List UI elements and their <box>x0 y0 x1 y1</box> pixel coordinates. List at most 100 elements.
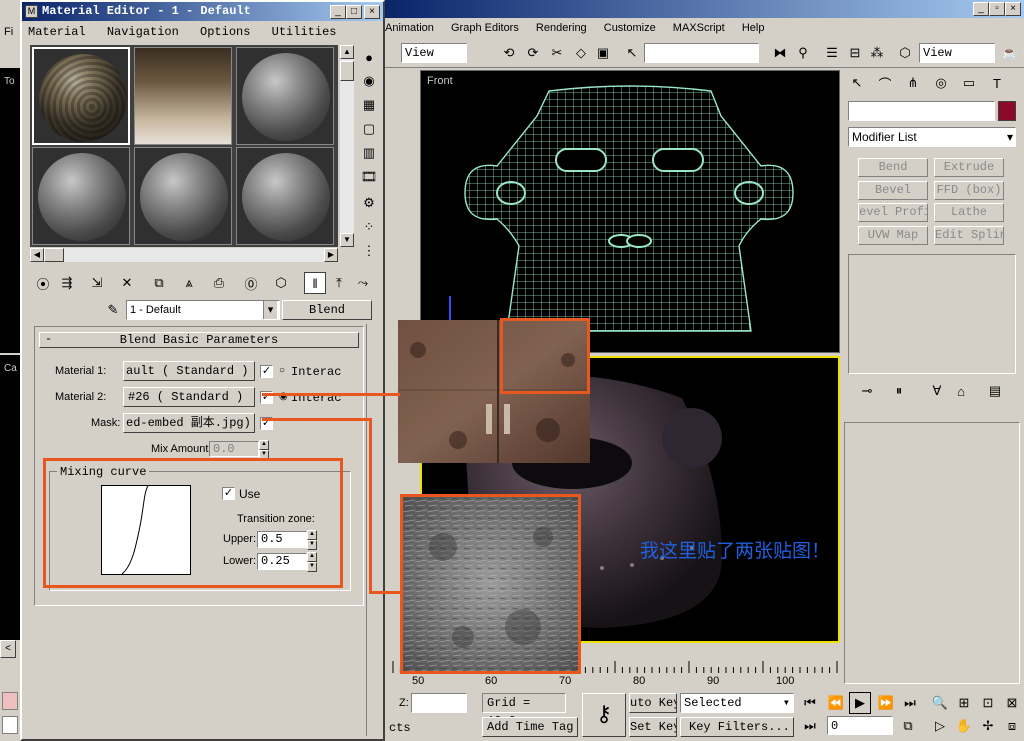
material-map-navigator-icon[interactable]: ⋮ <box>358 240 380 262</box>
make-material-copy-icon[interactable]: ⧉ <box>148 272 170 294</box>
menu-graph-editors[interactable]: Graph Editors <box>451 22 519 34</box>
sample-slot-3[interactable] <box>236 47 334 145</box>
collapse-icon[interactable]: - <box>45 332 52 346</box>
bend-button[interactable]: Bend <box>858 158 928 177</box>
play-icon[interactable]: ▶ <box>849 692 871 714</box>
show-end-result-icon[interactable]: ‖ <box>304 272 326 294</box>
me-menu-utilities[interactable]: Utilities <box>272 25 337 39</box>
reset-map-icon[interactable]: ✕ <box>116 272 138 294</box>
link-icon[interactable]: ⟲ <box>498 42 520 64</box>
object-color-swatch[interactable] <box>998 101 1016 121</box>
configure-sets-icon[interactable]: ▤ <box>984 380 1006 402</box>
me-menu-options[interactable]: Options <box>200 25 250 39</box>
pick-material-eyedropper-icon[interactable]: ✎ <box>102 299 124 321</box>
max-close-button[interactable]: × <box>1005 2 1021 16</box>
select-by-material-icon[interactable]: ⁘ <box>358 216 380 238</box>
top-viewport-partial[interactable]: To <box>0 68 20 353</box>
video-color-check-icon[interactable]: ▥ <box>358 142 380 164</box>
named-selection-dropdown[interactable] <box>644 43 759 63</box>
rollout-title[interactable]: Blend Basic Parameters <box>39 332 359 348</box>
object-name-input[interactable] <box>848 101 995 121</box>
go-forward-sibling-icon[interactable]: ⤳ <box>352 272 374 294</box>
unlink-icon[interactable]: ⟳ <box>522 42 544 64</box>
bevel-profile-button[interactable]: evel Profi <box>858 203 928 222</box>
add-time-tag-button[interactable]: Add Time Tag <box>482 717 578 737</box>
camera-viewport-partial[interactable]: Ca <box>0 355 20 640</box>
me-menu-navigation[interactable]: Navigation <box>107 25 179 39</box>
radio-icon[interactable]: ○ <box>279 365 285 376</box>
track-view-icon[interactable]: ☰ <box>821 42 843 64</box>
show-end-result-icon[interactable]: ⏸ <box>888 380 910 402</box>
mix-amount-field[interactable]: 0.0 <box>209 441 259 457</box>
pan-icon[interactable]: ✋ <box>953 715 975 737</box>
max-restore-button[interactable]: ▫ <box>989 2 1005 16</box>
slots-vertical-scrollbar[interactable]: ▲ ▼ <box>340 45 354 247</box>
menu-maxscript[interactable]: MAXScript <box>673 22 725 34</box>
sample-slot-5[interactable] <box>134 147 232 245</box>
modify-tab-icon[interactable]: ⌒ <box>874 72 896 94</box>
sample-slot-2[interactable] <box>134 47 232 145</box>
material-editor-icon[interactable]: ⁂ <box>866 42 888 64</box>
remove-modifier-icon[interactable]: ⌂ <box>950 380 972 402</box>
material-type-button[interactable]: Blend <box>282 300 372 320</box>
menu-help[interactable]: Help <box>742 22 765 34</box>
goto-end-icon[interactable]: ⏭ <box>899 692 921 714</box>
bind-spacewarp-icon[interactable]: ✂ <box>546 42 568 64</box>
time-config-icon[interactable]: ⧉ <box>897 715 919 737</box>
render-type-dropdown[interactable]: View <box>919 43 995 63</box>
material-id-channel-icon[interactable]: ⓪ <box>240 272 262 294</box>
zoom-icon[interactable]: 🔍 <box>929 692 951 714</box>
options-icon[interactable]: ⚙ <box>358 192 380 214</box>
ffd-box-button[interactable]: FFD (box) <box>934 181 1004 200</box>
bevel-button[interactable]: Bevel <box>858 181 928 200</box>
zoom-extents-icon[interactable]: ⊡ <box>977 692 999 714</box>
me-close-button[interactable]: × <box>364 5 380 19</box>
prev-frame-icon[interactable]: ⏪ <box>825 692 847 714</box>
put-to-library-icon[interactable]: ⎙ <box>208 272 230 294</box>
select-filter-icon[interactable]: ◇ <box>570 42 592 64</box>
utilities-tab-icon[interactable]: T <box>986 72 1008 94</box>
key-mode-dropdown[interactable]: Selected ▾ <box>680 693 794 713</box>
assign-to-selection-icon[interactable]: ⇲ <box>86 272 108 294</box>
material-name-dropdown[interactable]: 1 - Default ▾ <box>126 300 280 320</box>
field-of-view-icon[interactable]: ▷ <box>929 715 951 737</box>
make-unique-icon[interactable]: ⩓ <box>178 272 200 294</box>
mirror-icon[interactable]: ⧓ <box>769 42 791 64</box>
me-menu-material[interactable]: Material <box>28 25 86 39</box>
extrude-button[interactable]: Extrude <box>934 158 1004 177</box>
auto-key-button[interactable]: uto Key <box>629 693 677 713</box>
uvw-map-button[interactable]: UVW Map <box>858 226 928 245</box>
zoom-extents-all-icon[interactable]: ⊠ <box>1001 692 1023 714</box>
current-frame-field[interactable]: 0 <box>827 716 893 735</box>
goto-start-icon[interactable]: ⏮ <box>799 692 821 714</box>
make-preview-icon[interactable]: 🎞 <box>358 166 380 188</box>
z-coordinate-field[interactable] <box>411 693 467 713</box>
align-icon[interactable]: ⚲ <box>792 42 814 64</box>
scroll-left-button[interactable]: < <box>0 640 16 658</box>
pin-stack-icon[interactable]: ⊸ <box>856 380 878 402</box>
show-map-in-viewport-icon[interactable]: ⬡ <box>270 272 292 294</box>
me-maximize-button[interactable]: □ <box>346 5 362 19</box>
select-object-icon[interactable]: ▣ <box>592 42 614 64</box>
hierarchy-tab-icon[interactable]: ⋔ <box>902 72 924 94</box>
quick-render-icon[interactable]: ☕ <box>999 42 1021 64</box>
get-material-icon[interactable]: ⦿ <box>32 272 54 294</box>
modifier-list-dropdown[interactable]: Modifier List ▾ <box>848 127 1016 147</box>
me-minimize-button[interactable]: _ <box>330 5 346 19</box>
create-tab-icon[interactable]: ↖ <box>846 72 868 94</box>
render-scene-icon[interactable]: ⬡ <box>894 42 916 64</box>
max-minimize-button[interactable]: _ <box>973 2 989 16</box>
mix-amount-spinner[interactable]: ▲ ▼ <box>259 440 269 460</box>
material1-button[interactable]: ault ( Standard ) <box>123 361 255 381</box>
edit-spline-button[interactable]: Edit Spline <box>934 226 1004 245</box>
menu-rendering[interactable]: Rendering <box>536 22 587 34</box>
reference-coord-dropdown[interactable]: View <box>401 43 467 63</box>
modifier-stack[interactable] <box>848 254 1016 374</box>
mask-map-button[interactable]: ed-embed 副本.jpg) <box>123 413 255 433</box>
sample-slot-6[interactable] <box>236 147 334 245</box>
sample-slot-1[interactable] <box>32 47 130 145</box>
menu-animation[interactable]: Animation <box>385 22 434 34</box>
set-key-button[interactable]: Set Key <box>629 717 677 737</box>
background-checker-icon[interactable]: ▦ <box>358 94 380 116</box>
sample-uv-tiling-icon[interactable]: ▢ <box>358 118 380 140</box>
